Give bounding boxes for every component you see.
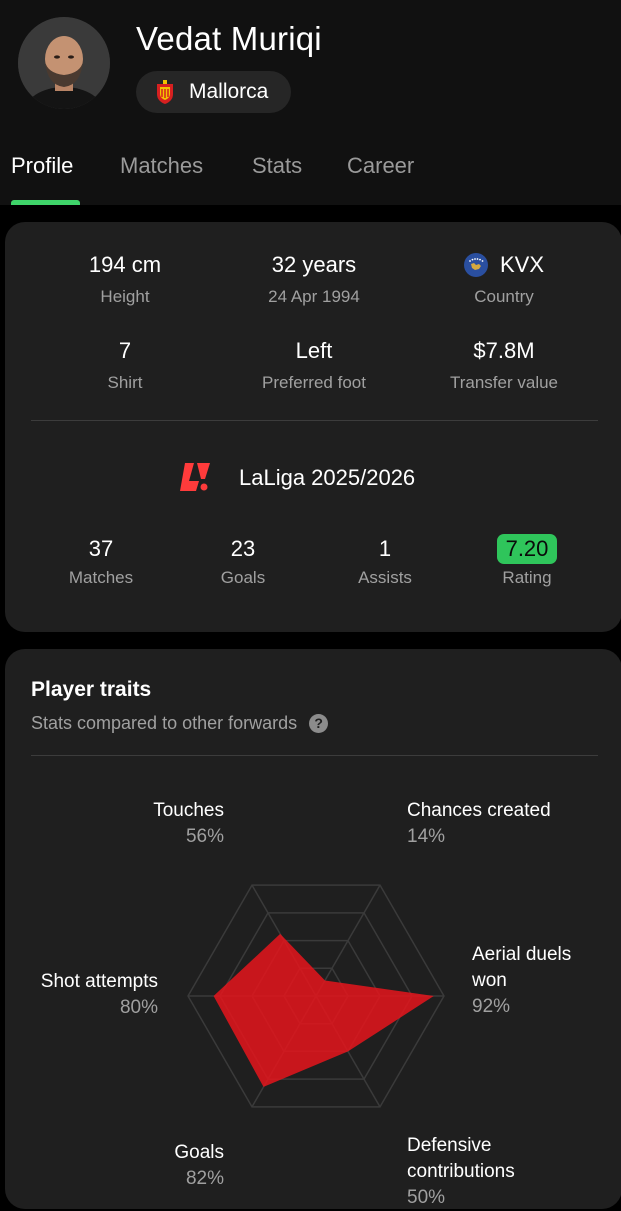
goals-label: Goals bbox=[220, 568, 266, 587]
age-value: 32 years bbox=[271, 252, 357, 277]
birth-date: 24 Apr 1994 bbox=[268, 287, 360, 306]
trait-aerial-percent: 92% bbox=[472, 996, 511, 1017]
rating-badge: 7.20 bbox=[496, 534, 558, 564]
tab-stats[interactable]: Stats bbox=[252, 153, 302, 179]
tab-career[interactable]: Career bbox=[347, 153, 414, 179]
height-info: 194 cm Height bbox=[25, 252, 225, 307]
shirt-value: 7 bbox=[118, 338, 132, 363]
shirt-label: Shirt bbox=[107, 373, 143, 392]
transfer-info[interactable]: $7.8M Transfer value bbox=[404, 338, 604, 393]
tab-bar: Profile Matches Stats Career bbox=[0, 148, 621, 205]
foot-value: Left bbox=[295, 338, 333, 363]
league-matches: 37 Matches bbox=[21, 534, 181, 588]
foot-label: Preferred foot bbox=[262, 373, 366, 392]
kosovo-flag-icon bbox=[463, 253, 488, 277]
player-header: Vedat Muriqi Mallorca Profile Matches St… bbox=[0, 0, 621, 205]
country-info[interactable]: KVX Country bbox=[404, 252, 604, 307]
trait-aerial-duels: Aerial duels won 92% bbox=[472, 942, 571, 1020]
age-info: 32 years 24 Apr 1994 bbox=[214, 252, 414, 307]
club-chip[interactable]: Mallorca bbox=[136, 71, 291, 113]
height-value: 194 cm bbox=[88, 252, 162, 277]
league-goals: 23 Goals bbox=[163, 534, 323, 588]
trait-goals-label: Goals bbox=[174, 1142, 224, 1163]
club-name: Mallorca bbox=[189, 80, 269, 103]
tab-matches[interactable]: Matches bbox=[120, 153, 203, 179]
player-traits-card: Player traits Stats compared to other fo… bbox=[5, 649, 621, 1209]
active-tab-indicator bbox=[11, 200, 80, 205]
trait-defensive-percent: 50% bbox=[407, 1187, 446, 1208]
rating-label: Rating bbox=[502, 568, 552, 587]
trait-touches-percent: 56% bbox=[185, 826, 224, 847]
trait-defensive-contributions: Defensive contributions 50% bbox=[407, 1133, 515, 1211]
league-name: LaLiga 2025/2026 bbox=[239, 465, 416, 490]
transfer-value: $7.8M bbox=[473, 338, 535, 363]
country-value: KVX bbox=[499, 252, 545, 277]
trait-touches: Touches 56% bbox=[148, 798, 224, 850]
tab-profile[interactable]: Profile bbox=[11, 153, 73, 179]
league-assists: 1 Assists bbox=[305, 534, 465, 588]
assists-value: 1 bbox=[378, 536, 392, 561]
height-label: Height bbox=[100, 287, 150, 306]
matches-value: 37 bbox=[88, 536, 114, 561]
trait-shot-attempts: Shot attempts 80% bbox=[31, 969, 158, 1021]
trait-touches-label: Touches bbox=[153, 800, 224, 821]
trait-aerial-label: Aerial duels bbox=[472, 944, 572, 965]
trait-goals: Goals 82% bbox=[148, 1140, 224, 1192]
trait-shot-label: Shot attempts bbox=[40, 971, 158, 992]
league-header[interactable]: LaLiga 2025/2026 bbox=[5, 460, 621, 496]
assists-label: Assists bbox=[358, 568, 412, 587]
trait-chances-percent: 14% bbox=[407, 826, 446, 847]
laliga-logo-icon bbox=[180, 463, 210, 491]
trait-shot-percent: 80% bbox=[119, 997, 158, 1018]
country-label: Country bbox=[474, 287, 534, 306]
matches-label: Matches bbox=[68, 568, 134, 587]
league-rating: 7.20 Rating bbox=[447, 534, 607, 588]
profile-info-card: 194 cm Height 32 years 24 Apr 1994 KVX C… bbox=[5, 222, 621, 632]
shirt-info: 7 Shirt bbox=[25, 338, 225, 393]
player-avatar bbox=[18, 17, 110, 109]
trait-chances-label: Chances created bbox=[407, 800, 551, 821]
divider bbox=[31, 420, 598, 421]
trait-defensive-label-line2: contributions bbox=[407, 1161, 515, 1182]
radar-shape bbox=[213, 933, 434, 1087]
trait-goals-percent: 82% bbox=[185, 1168, 224, 1189]
transfer-label: Transfer value bbox=[449, 373, 559, 392]
traits-radar-chart bbox=[187, 884, 445, 1108]
trait-aerial-label-line2: won bbox=[472, 970, 507, 991]
player-photo bbox=[18, 17, 110, 109]
foot-info: Left Preferred foot bbox=[214, 338, 414, 393]
mallorca-crest-icon bbox=[157, 80, 173, 104]
goals-value: 23 bbox=[230, 536, 256, 561]
trait-defensive-label: Defensive bbox=[407, 1135, 492, 1156]
trait-chances-created: Chances created 14% bbox=[407, 798, 551, 850]
player-name: Vedat Muriqi bbox=[136, 20, 322, 57]
